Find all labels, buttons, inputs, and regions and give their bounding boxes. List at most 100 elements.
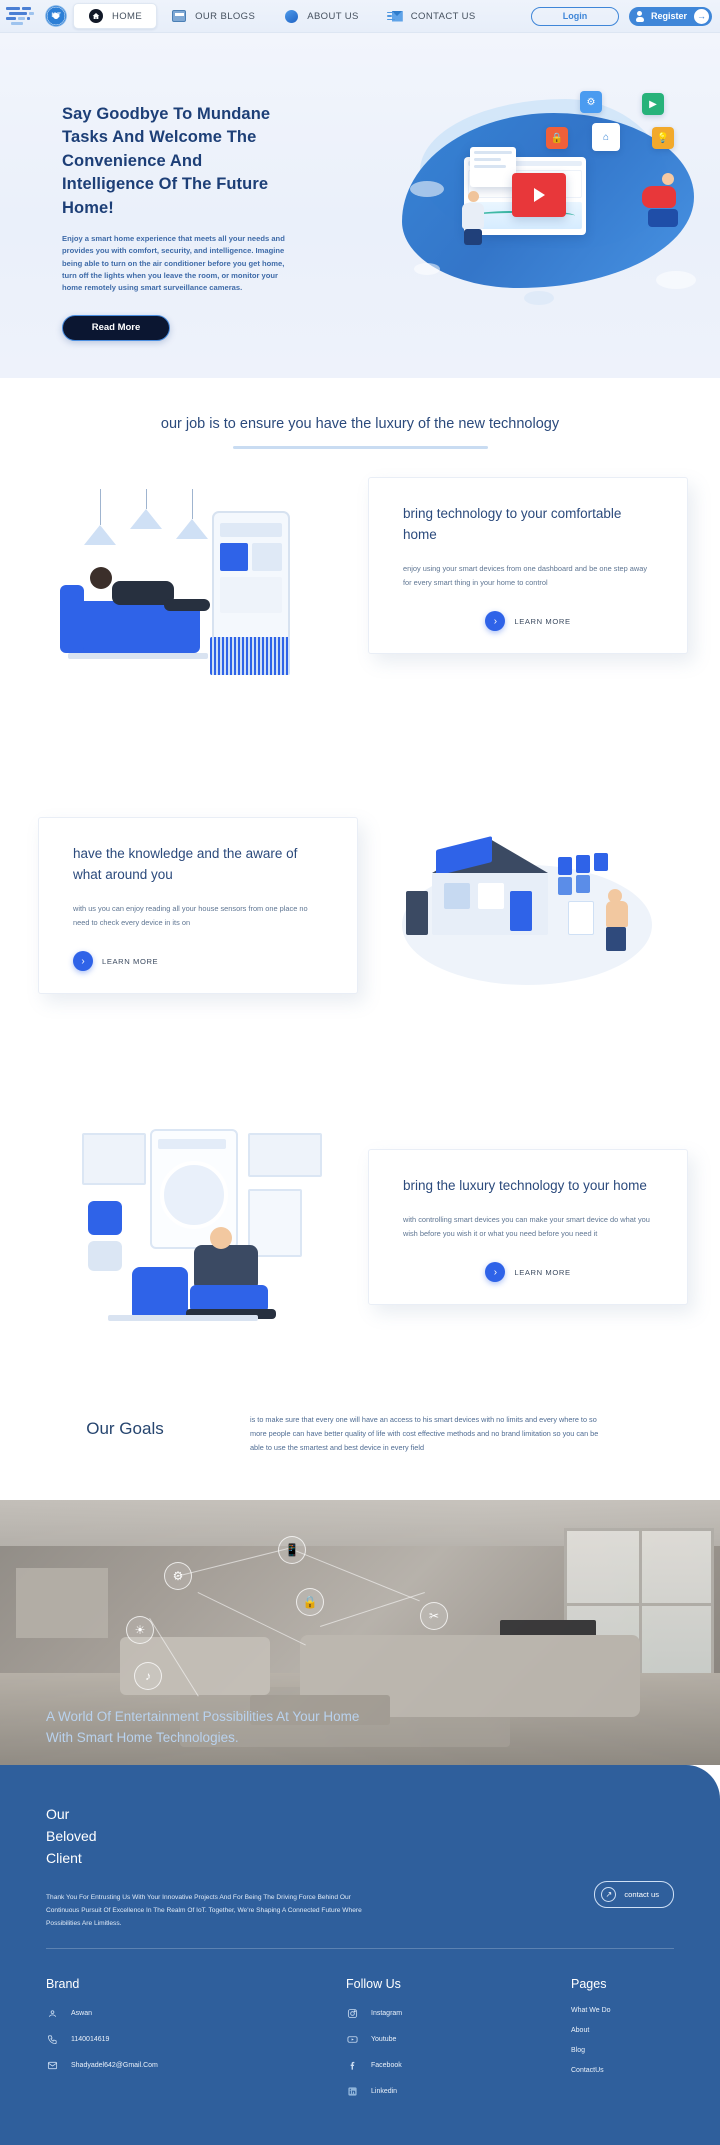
nav-label-home: HOME: [112, 10, 143, 22]
chevron-right-icon: ›: [73, 951, 93, 972]
nav-label-contact-us: CONTACT US: [410, 10, 476, 22]
landing-page: IOT HOME OUR BLOGS ABOUT US CONTACT US L…: [0, 0, 720, 2145]
bars-logo-icon: [6, 6, 40, 26]
learn-more-label-2: LEARN MORE: [102, 956, 159, 966]
client-title: Our Beloved Client: [46, 1803, 376, 1870]
person-illustration: [642, 173, 688, 233]
feature-title-2: have the knowledge and the aware of what…: [73, 846, 298, 882]
person-illustration: [456, 191, 490, 245]
blog-icon: [171, 9, 187, 23]
nav-actions: Login Register →: [530, 6, 712, 26]
about-icon: [283, 9, 299, 23]
footer-social-row[interactable]: Youtube: [346, 2033, 571, 2046]
footer-link-instagram: Instagram: [371, 2010, 403, 2018]
node-icon: 📱: [278, 1535, 306, 1564]
feature-title-3: bring the luxury technology to your home: [403, 1178, 647, 1193]
user-icon: [635, 10, 644, 22]
youtube-icon: [346, 2033, 359, 2046]
footer-brand-phone[interactable]: 1140014619: [71, 2036, 109, 2043]
footer-columns: Brand Aswan 1140014619 Shadyadel642@Gmai…: [0, 1949, 720, 2111]
linkedin-icon: [346, 2085, 359, 2098]
client-title-line-2: Beloved: [46, 1828, 97, 1845]
client-title-line-1: Our: [46, 1805, 70, 1822]
nav-label-about-us: ABOUT US: [307, 10, 359, 22]
footer-follow-heading: Follow Us: [346, 1977, 401, 1992]
footer-brand-row: 1140014619: [46, 2033, 346, 2046]
iot-logo-icon: IOT: [45, 5, 67, 27]
hero-title: Say Goodbye To Mundane Tasks And Welcome…: [62, 105, 271, 217]
footer-social-row[interactable]: Linkedin: [346, 2085, 571, 2098]
learn-more-button-2[interactable]: › LEARN MORE: [73, 951, 323, 972]
learn-more-label-1: LEARN MORE: [514, 616, 571, 626]
feature-card-1: bring technology to your comfortable hom…: [368, 477, 688, 655]
top-navbar: IOT HOME OUR BLOGS ABOUT US CONTACT US L…: [0, 0, 720, 33]
goals-body: is to make sure that every one will have…: [250, 1415, 599, 1453]
feature-row-2: have the knowledge and the aware of what…: [0, 805, 720, 1055]
footer-brand-heading: Brand: [46, 1977, 80, 1992]
learn-more-button-1[interactable]: › LEARN MORE: [403, 611, 653, 632]
footer-brand-email[interactable]: Shadyadel642@Gmail.Com: [71, 2062, 158, 2069]
cloud-shape: [414, 263, 440, 275]
footer-social-row[interactable]: Instagram: [346, 2007, 571, 2020]
feature-row-1: bring technology to your comfortable hom…: [0, 477, 720, 727]
nav-items: HOME OUR BLOGS ABOUT US CONTACT US: [73, 3, 531, 29]
nav-item-about-us[interactable]: ABOUT US: [269, 4, 373, 28]
node-icon: ✂: [420, 1601, 448, 1630]
feature-body-1: enjoy using your smart devices from one …: [403, 563, 648, 587]
home-icon: [88, 9, 104, 23]
login-button[interactable]: Login: [530, 6, 619, 26]
phone-icon: [46, 2033, 59, 2046]
footer-brand-row: Shadyadel642@Gmail.Com: [46, 2059, 346, 2072]
footer-page-link-contactus[interactable]: ContactUs: [571, 2067, 611, 2074]
facebook-icon: [346, 2059, 359, 2072]
read-more-button[interactable]: Read More: [62, 314, 170, 341]
footer-column-pages: Pages What We Do About Blog ContactUs: [571, 1977, 611, 2111]
feature-title-1: bring technology to your comfortable hom…: [403, 506, 622, 542]
register-label: Register: [650, 11, 687, 21]
video-play-card: [512, 173, 566, 217]
arrow-right-icon: →: [694, 8, 709, 24]
chevron-right-icon: ›: [485, 611, 506, 632]
lock-icon: 🔒: [546, 127, 568, 149]
footer-pages-heading: Pages: [571, 1977, 607, 1992]
cloud-shape: [656, 271, 696, 289]
client-title-line-3: Client: [46, 1850, 82, 1867]
footer-link-facebook: Facebook: [371, 2062, 402, 2070]
camera-icon: ▶: [642, 93, 664, 115]
footer-social-row[interactable]: Facebook: [346, 2059, 571, 2072]
entertainment-banner: ⚙ 📱 🔒 ✂ ☀ ♪ A World Of Entertainment Pos…: [0, 1499, 720, 1765]
footer-page-link-blog[interactable]: Blog: [571, 2047, 611, 2054]
node-icon: ⚙: [164, 1561, 192, 1590]
beloved-client-section: Our Beloved Client Thank You For Entrust…: [0, 1764, 720, 2145]
footer-brand-row: Aswan: [46, 2007, 346, 2020]
nav-item-our-blogs[interactable]: OUR BLOGS: [157, 4, 269, 28]
hero-illustration: ⚙ ▶ 🔒 ⌂ 💡: [384, 85, 714, 335]
node-icon: ☀: [126, 1615, 154, 1644]
mail-icon: [386, 9, 403, 23]
learn-more-button-3[interactable]: › LEARN MORE: [403, 1262, 653, 1283]
footer-column-brand: Brand Aswan 1140014619 Shadyadel642@Gmai…: [46, 1977, 346, 2111]
footer-page-link-about[interactable]: About: [571, 2027, 611, 2034]
feature-row-3: bring the luxury technology to your home…: [0, 1127, 720, 1377]
house-icon: ⌂: [592, 123, 620, 151]
cloud-shape: [524, 291, 554, 305]
feature-illustration-1: [60, 489, 330, 704]
node-icon: 🔒: [296, 1587, 324, 1616]
nav-item-home[interactable]: HOME: [73, 3, 158, 29]
footer-brand-location: Aswan: [71, 2010, 93, 2018]
section-heading-title: our job is to ensure you have the luxury…: [160, 416, 560, 432]
footer-link-linkedin: Linkedin: [371, 2088, 398, 2096]
hero-paragraph: Enjoy a smart home experience that meets…: [62, 234, 285, 293]
register-button[interactable]: Register →: [628, 6, 712, 26]
nav-item-contact-us[interactable]: CONTACT US: [373, 4, 490, 28]
brand-logo[interactable]: IOT: [6, 5, 73, 27]
client-body: Thank You For Entrusting Us With Your In…: [46, 1893, 362, 1927]
feature-card-2: have the knowledge and the aware of what…: [38, 817, 358, 995]
list-card: [470, 147, 516, 187]
bulb-icon: 💡: [652, 127, 674, 149]
footer-page-link-what-we-do[interactable]: What We Do: [571, 2007, 611, 2014]
cloud-shape: [410, 181, 444, 197]
contact-us-button[interactable]: ↗ contact us: [594, 1880, 674, 1908]
feature-card-3: bring the luxury technology to your home…: [368, 1149, 688, 1306]
footer-link-youtube: Youtube: [371, 2036, 397, 2044]
